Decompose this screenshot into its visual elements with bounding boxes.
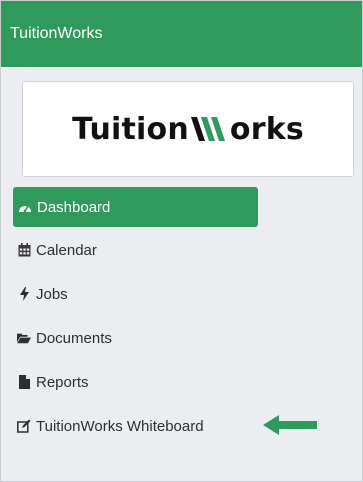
sidebar-item-label: Dashboard <box>37 198 111 216</box>
folder-open-icon <box>17 331 31 345</box>
sidebar-item-jobs[interactable]: Jobs <box>13 275 343 313</box>
sidebar-item-label: Calendar <box>36 241 97 259</box>
sidebar-item-label: TuitionWorks Whiteboard <box>36 417 204 435</box>
sidebar-item-reports[interactable]: Reports <box>13 363 343 401</box>
sidebar-item-calendar[interactable]: Calendar <box>13 231 343 269</box>
logo-w-mark <box>190 117 225 141</box>
tuitionworks-logo: Tuition orks <box>72 111 304 147</box>
sidebar-item-label: Reports <box>36 373 89 391</box>
tachometer-icon <box>18 200 32 214</box>
top-bar: TuitionWorks <box>1 1 362 67</box>
sidebar-item-label: Jobs <box>36 285 68 303</box>
arrow-left-icon <box>263 415 317 435</box>
edit-icon <box>17 419 31 433</box>
app-title: TuitionWorks <box>10 25 103 42</box>
file-icon <box>17 375 31 389</box>
logo-box: Tuition orks <box>22 81 354 177</box>
sidebar-nav: Dashboard Calendar Jobs Documents Report… <box>13 187 343 451</box>
calendar-icon <box>17 243 31 257</box>
sidebar-item-label: Documents <box>36 329 112 347</box>
bolt-icon <box>17 287 31 301</box>
app-frame: TuitionWorks Tuition orks Dashboard Cale… <box>0 0 363 482</box>
sidebar-item-dashboard[interactable]: Dashboard <box>13 187 258 227</box>
sidebar-item-documents[interactable]: Documents <box>13 319 343 357</box>
